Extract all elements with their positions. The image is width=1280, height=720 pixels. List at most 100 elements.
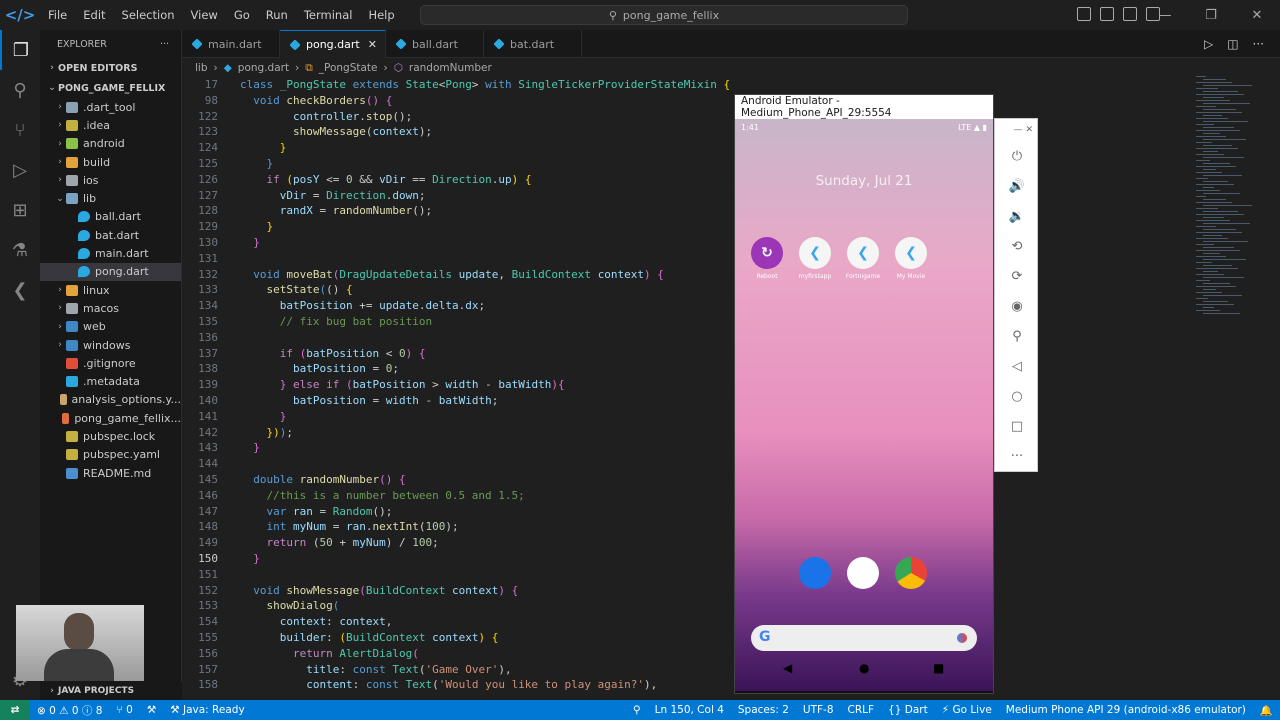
menu-selection[interactable]: Selection	[114, 0, 183, 30]
code-line[interactable]: }	[240, 220, 274, 233]
code-line[interactable]: return AlertDialog(	[240, 647, 419, 660]
tree-item[interactable]: .gitignore	[40, 354, 181, 372]
tree-item[interactable]: pubspec.lock	[40, 427, 181, 445]
home-icon[interactable]: ○	[995, 381, 1039, 411]
line-ending[interactable]: CRLF	[841, 704, 882, 716]
tree-item[interactable]: bat.dart	[40, 226, 181, 244]
toggle-panel-icon[interactable]	[1100, 7, 1114, 21]
minimize-icon[interactable]: —	[1142, 0, 1188, 30]
code-line[interactable]: setState(() {	[240, 283, 353, 296]
run-debug-icon[interactable]: ▷	[0, 150, 40, 190]
nav-recents-icon[interactable]: ■	[933, 661, 944, 675]
messages-app-icon[interactable]	[799, 557, 831, 589]
open-editors-section[interactable]: › OPEN EDITORS	[40, 58, 181, 78]
minimap[interactable]	[1192, 76, 1262, 326]
tab-main-dart[interactable]: main.dart	[182, 30, 280, 58]
tree-item[interactable]: main.dart	[40, 244, 181, 262]
wrench-icon[interactable]: ⚒	[140, 704, 163, 716]
power-icon[interactable]: ⏻	[995, 141, 1039, 171]
language-mode[interactable]: {} Dart	[881, 704, 935, 716]
code-line[interactable]: batPosition = 0;	[240, 362, 399, 375]
menu-edit[interactable]: Edit	[75, 0, 113, 30]
toggle-secondary-sidebar-icon[interactable]	[1123, 7, 1137, 21]
code-line[interactable]: void showMessage(BuildContext context) {	[240, 584, 518, 597]
code-line[interactable]: double randomNumber() {	[240, 473, 405, 486]
volume-up-icon[interactable]: 🔊	[995, 171, 1039, 201]
code-line[interactable]: }	[240, 141, 287, 154]
zoom-status-icon[interactable]: ⚲	[626, 704, 648, 716]
tree-item[interactable]: › .idea	[40, 116, 181, 134]
indentation[interactable]: Spaces: 2	[731, 704, 796, 716]
flutter-icon[interactable]: ❮	[0, 270, 40, 310]
phone-screen[interactable]: 1:41 LTE ▲ ▮ Sunday, Jul 21 ↻ ❮ ❮ ❮ Rebo…	[735, 119, 993, 691]
code-line[interactable]: batPosition += update.delta.dx;	[240, 299, 485, 312]
screenshot-icon[interactable]: ◉	[995, 291, 1039, 321]
assistant-icon[interactable]	[957, 633, 967, 643]
emulator-close-icon[interactable]: — ✕	[995, 119, 1039, 141]
tree-item[interactable]: › macos	[40, 299, 181, 317]
tree-item[interactable]: ⌄ lib	[40, 189, 181, 207]
code-line[interactable]: int myNum = ran.nextInt(100);	[240, 520, 459, 533]
breadcrumb-item[interactable]: pong.dart	[238, 62, 289, 74]
maximize-icon[interactable]: ❐	[1188, 0, 1234, 30]
command-center-search[interactable]: ⚲ pong_game_fellix	[420, 5, 908, 25]
chrome-icon[interactable]	[895, 557, 927, 589]
tree-item[interactable]: › windows	[40, 336, 181, 354]
code-line[interactable]: //this is a number between 0.5 and 1.5;	[240, 489, 525, 502]
code-line[interactable]: }	[240, 410, 287, 423]
project-section[interactable]: ⌄ PONG_GAME_FELLIX	[40, 78, 181, 98]
remote-icon[interactable]: ⇄	[0, 700, 30, 720]
cursor-position[interactable]: Ln 150, Col 4	[648, 704, 731, 716]
menu-help[interactable]: Help	[360, 0, 402, 30]
overview-icon[interactable]: □	[995, 411, 1039, 441]
code-line[interactable]: }));	[240, 426, 294, 439]
code-line[interactable]: void moveBat(DragUpdateDetails update, B…	[240, 268, 664, 281]
tree-item[interactable]: ball.dart	[40, 208, 181, 226]
code-line[interactable]: showMessage(context);	[240, 125, 432, 138]
tree-item[interactable]: pubspec.yaml	[40, 446, 181, 464]
code-line[interactable]: // fix bug bat position	[240, 315, 432, 328]
google-search-bar[interactable]: G	[751, 625, 977, 651]
tree-item[interactable]: › ios	[40, 171, 181, 189]
code-line[interactable]: class _PongState extends State<Pong> wit…	[240, 78, 730, 91]
ports-indicator[interactable]: ⑂ 0	[109, 704, 139, 716]
more-actions-icon[interactable]: ···	[160, 39, 169, 50]
testing-icon[interactable]: ⚗	[0, 230, 40, 270]
tree-item[interactable]: › .dart_tool	[40, 98, 181, 116]
menu-go[interactable]: Go	[226, 0, 258, 30]
zoom-icon[interactable]: ⚲	[995, 321, 1039, 351]
code-line[interactable]: builder: (BuildContext context) {	[240, 631, 499, 644]
toggle-sidebar-icon[interactable]	[1077, 7, 1091, 21]
tree-item[interactable]: › linux	[40, 281, 181, 299]
flutter-app-icon[interactable]: ❮	[895, 237, 927, 269]
close-tab-icon[interactable]: ✕	[368, 38, 377, 51]
play-store-icon[interactable]	[847, 557, 879, 589]
code-line[interactable]: title: const Text('Game Over'),	[240, 663, 511, 676]
tree-item[interactable]: pong.dart	[40, 262, 181, 281]
tab-pong-dart[interactable]: pong.dart ✕	[280, 30, 386, 58]
code-line[interactable]: }	[240, 552, 260, 565]
breadcrumb-item[interactable]: randomNumber	[409, 62, 492, 74]
explorer-icon[interactable]: ❐	[0, 30, 40, 70]
search-view-icon[interactable]: ⚲	[0, 70, 40, 110]
split-editor-icon[interactable]: ◫	[1227, 37, 1238, 51]
code-line[interactable]: if (batPosition < 0) {	[240, 347, 426, 360]
menu-run[interactable]: Run	[258, 0, 296, 30]
extensions-icon[interactable]: ⊞	[0, 190, 40, 230]
run-icon[interactable]: ▷	[1204, 37, 1213, 51]
code-line[interactable]: var ran = Random();	[240, 505, 393, 518]
code-line[interactable]: }	[240, 441, 260, 454]
go-live-button[interactable]: ⚡ Go Live	[935, 704, 999, 716]
menu-view[interactable]: View	[183, 0, 226, 30]
encoding[interactable]: UTF-8	[796, 704, 841, 716]
java-status[interactable]: ⚒ Java: Ready	[163, 704, 251, 716]
code-line[interactable]: randX = randomNumber();	[240, 204, 432, 217]
breadcrumb-item[interactable]: _PongState	[319, 62, 378, 74]
tree-item[interactable]: › build	[40, 153, 181, 171]
source-control-icon[interactable]: ⑂	[0, 110, 40, 150]
device-selector[interactable]: Medium Phone API 29 (android-x86 emulato…	[999, 704, 1253, 716]
back-icon[interactable]: ◁	[995, 351, 1039, 381]
code-line[interactable]: void checkBorders() {	[240, 94, 392, 107]
code-line[interactable]: if (posY <= 0 && vDir == Direction.up) {	[240, 173, 532, 186]
java-projects-section[interactable]: › JAVA PROJECTS	[40, 682, 182, 700]
